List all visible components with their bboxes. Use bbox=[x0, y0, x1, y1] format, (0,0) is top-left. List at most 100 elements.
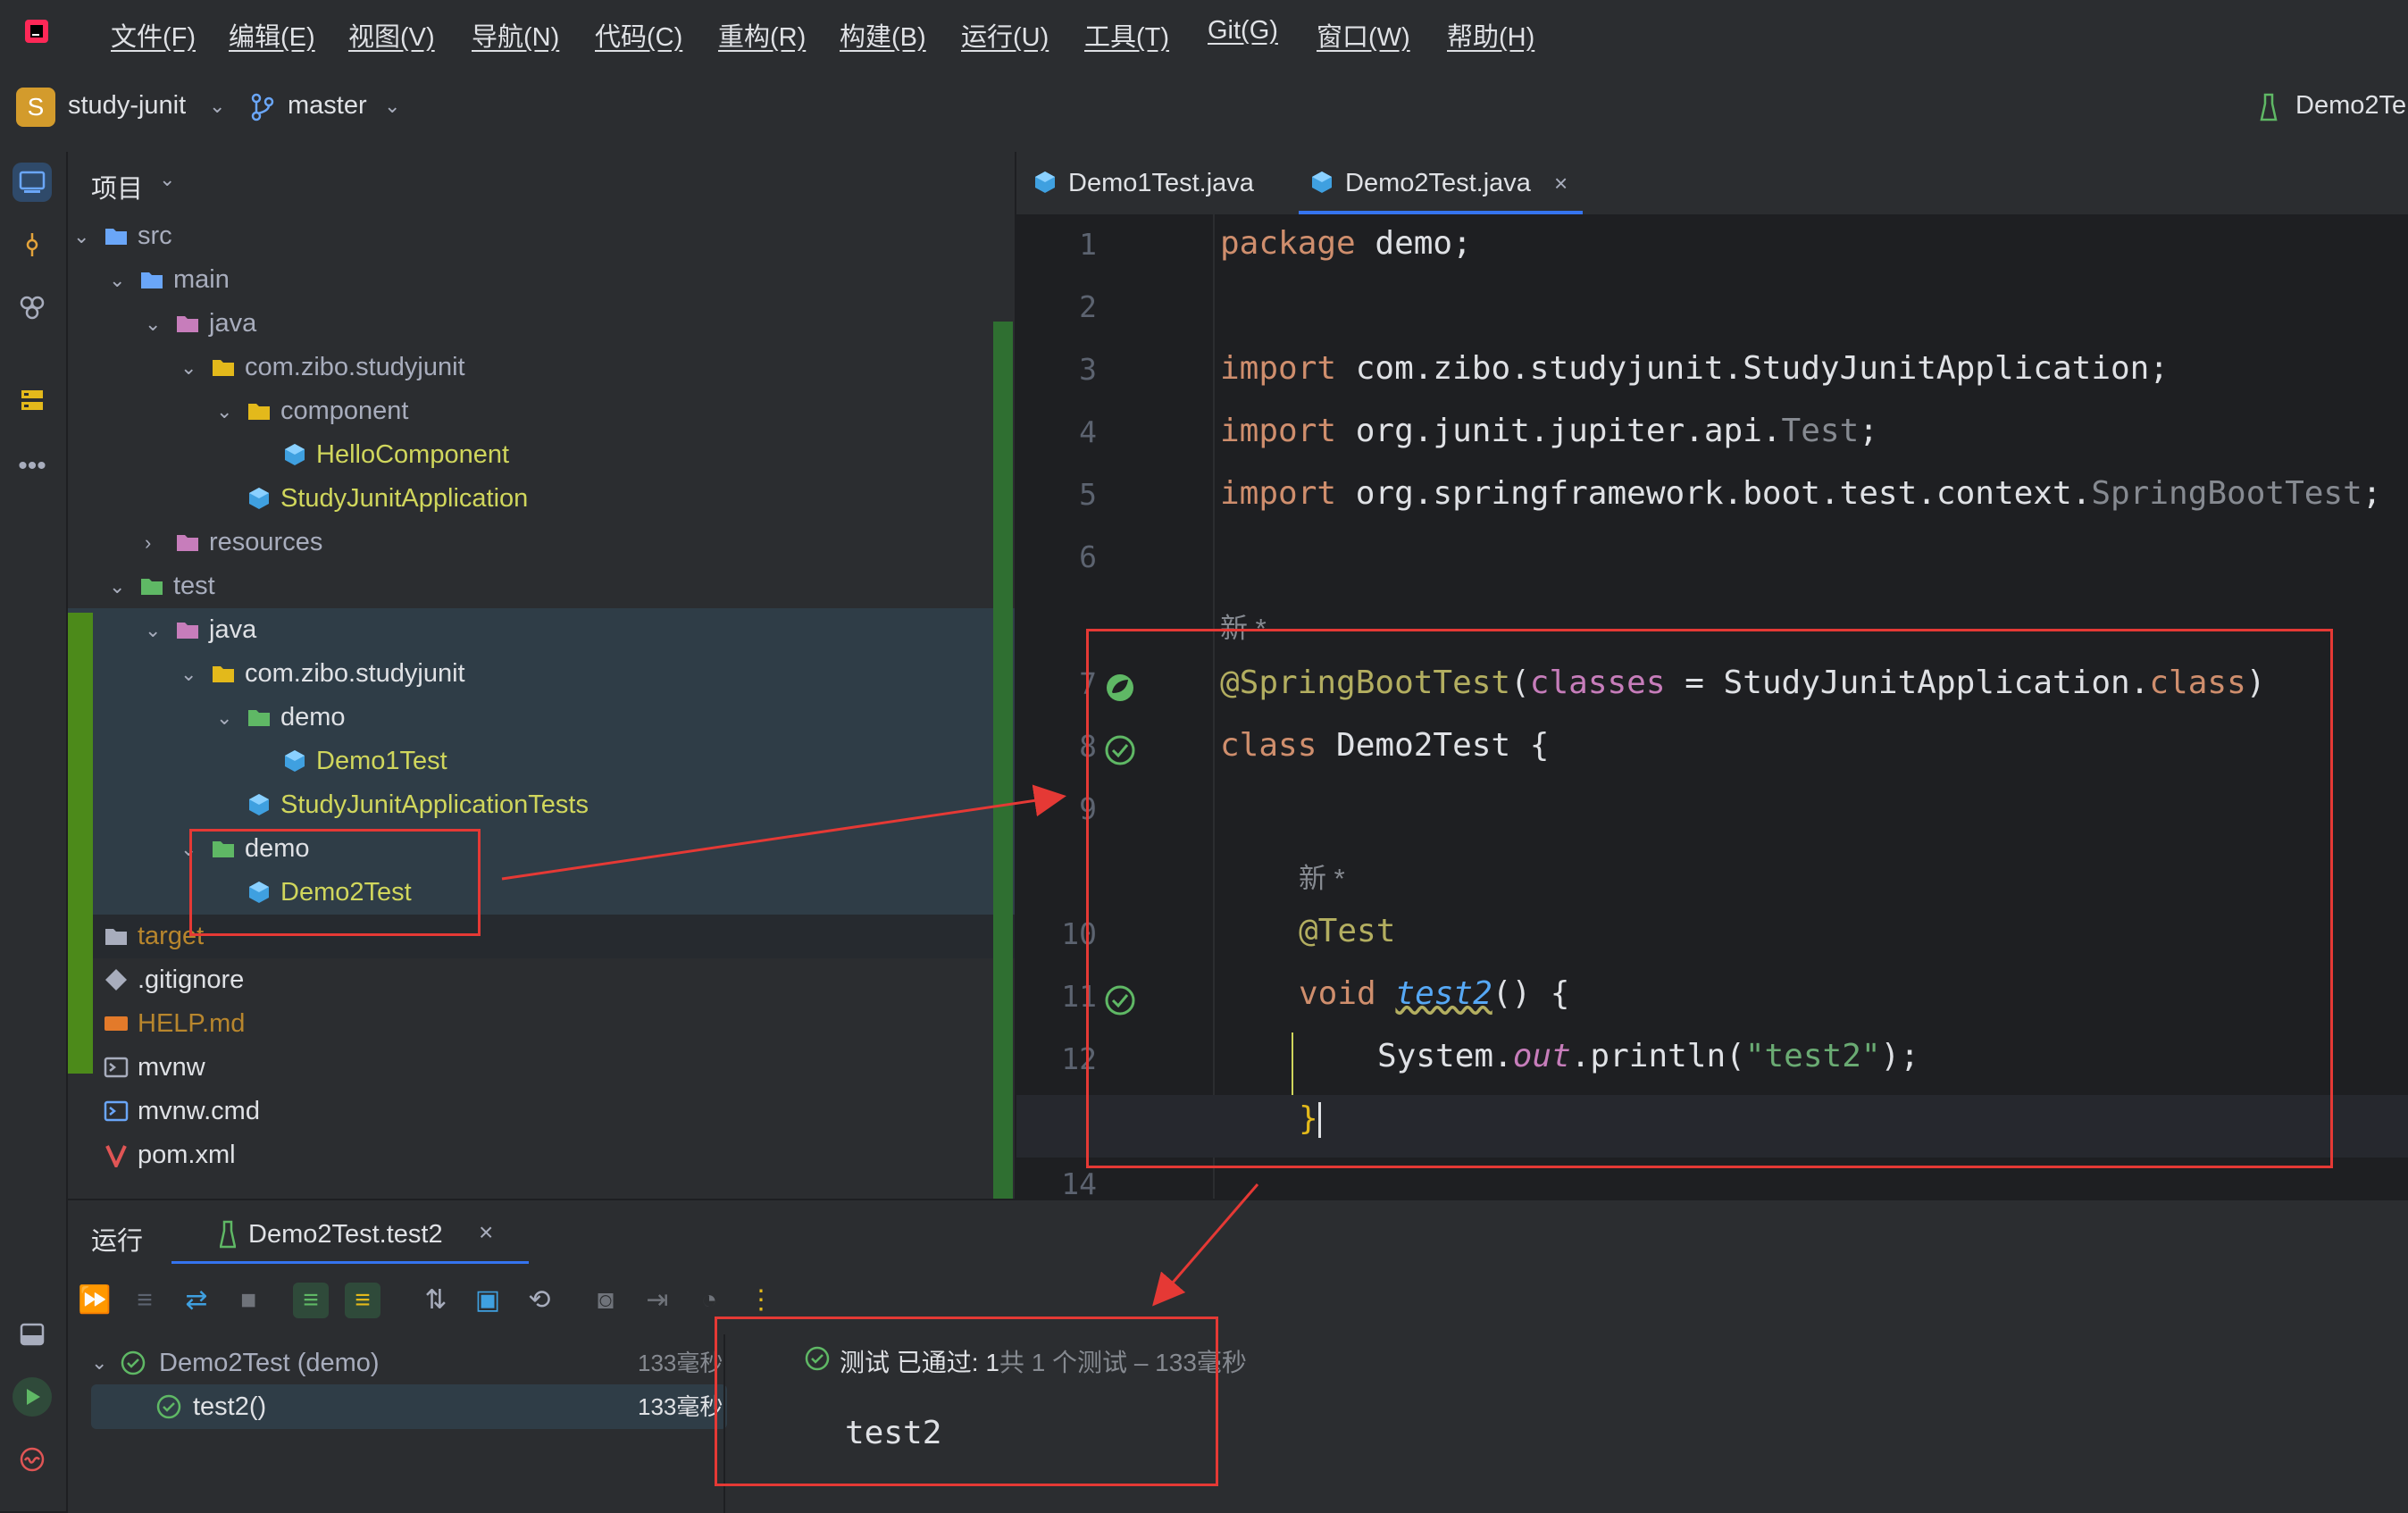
tree-item[interactable]: Demo1Test bbox=[68, 740, 1015, 783]
problems-tool-icon[interactable] bbox=[13, 1440, 52, 1479]
chevron-down-icon[interactable]: ⌄ bbox=[91, 1342, 107, 1384]
tree-item[interactable]: mvnw bbox=[68, 1046, 1015, 1090]
tree-item[interactable]: ⌄ main bbox=[68, 258, 1015, 302]
inlay-author-hint[interactable]: 新 * bbox=[1299, 856, 1345, 896]
more-tools-icon[interactable]: ••• bbox=[13, 447, 52, 486]
structure-tool-icon[interactable] bbox=[13, 288, 52, 327]
tab-demo1test[interactable]: Demo1Test.java bbox=[1022, 152, 1290, 214]
chevron-down-icon[interactable]: ⌄ bbox=[216, 696, 238, 740]
tree-item[interactable]: ⌄ src bbox=[68, 214, 1015, 258]
coverage-icon[interactable]: ◔ bbox=[691, 1283, 727, 1318]
tree-item[interactable]: ⌄ java bbox=[68, 608, 1015, 652]
code-line-13[interactable]: } bbox=[1299, 1100, 1321, 1138]
line-number[interactable]: 9 bbox=[1016, 791, 1097, 826]
tree-item[interactable]: ⌄ demo bbox=[68, 696, 1015, 740]
line-number[interactable]: 2 bbox=[1016, 289, 1097, 324]
terminal-tool-icon[interactable] bbox=[13, 1315, 52, 1354]
tree-item[interactable]: StudyJunitApplication bbox=[68, 477, 1015, 521]
chevron-down-icon[interactable]: ⌄ bbox=[180, 827, 202, 871]
run-config-tab[interactable]: Demo2Test.test2 bbox=[248, 1220, 443, 1250]
menu-item[interactable]: 工具(T) bbox=[1084, 16, 1169, 54]
test-passed-run-icon[interactable] bbox=[1102, 732, 1138, 768]
line-number[interactable]: 10 bbox=[1016, 916, 1097, 951]
services-tool-icon[interactable] bbox=[13, 380, 52, 420]
tree-item[interactable]: HelloComponent bbox=[68, 433, 1015, 477]
chevron-down-icon[interactable]: ⌄ bbox=[180, 652, 202, 696]
code-line-8[interactable]: class Demo2Test { bbox=[1220, 727, 1549, 764]
project-scrollbar[interactable] bbox=[993, 322, 1013, 1199]
tree-item[interactable]: StudyJunitApplicationTests bbox=[68, 783, 1015, 827]
show-passed-icon[interactable]: ≡ bbox=[293, 1283, 329, 1318]
project-chevron-down-icon[interactable]: ⌄ bbox=[209, 95, 225, 118]
menu-item[interactable]: 视图(V) bbox=[348, 16, 435, 54]
code-line-4[interactable]: import org.junit.jupiter.api.Test; bbox=[1220, 413, 1878, 449]
line-number[interactable]: 12 bbox=[1016, 1041, 1097, 1076]
chevron-down-icon[interactable]: ⌄ bbox=[145, 302, 166, 346]
tree-item[interactable]: .gitignore bbox=[68, 958, 1015, 1002]
code-line-3[interactable]: import com.zibo.studyjunit.StudyJunitApp… bbox=[1220, 350, 2169, 387]
menu-item[interactable]: 文件(F) bbox=[111, 16, 196, 54]
code-line-11[interactable]: void test2() { bbox=[1299, 975, 1569, 1012]
menu-item[interactable]: 代码(C) bbox=[595, 16, 682, 54]
tab-demo2test[interactable]: Demo2Test.java × bbox=[1299, 152, 1583, 214]
tree-item[interactable]: ⌄ java bbox=[68, 302, 1015, 346]
toggle-auto-test-icon[interactable]: ⇄ bbox=[179, 1283, 214, 1318]
code-line-10[interactable]: @Test bbox=[1299, 913, 1395, 949]
run-tool-icon[interactable] bbox=[13, 1377, 52, 1417]
code-line-12[interactable]: System.out.println("test2"); bbox=[1377, 1038, 1919, 1074]
tree-item[interactable]: Demo2Test bbox=[68, 871, 1015, 915]
code-line-7[interactable]: @SpringBootTest(classes = StudyJunitAppl… bbox=[1220, 665, 2265, 701]
inlay-author-hint[interactable]: 新 * bbox=[1220, 606, 1267, 646]
commit-tool-icon[interactable] bbox=[13, 225, 52, 264]
close-run-tab-icon[interactable]: × bbox=[479, 1218, 493, 1247]
tree-item[interactable]: pom.xml bbox=[68, 1133, 1015, 1177]
export-icon[interactable]: ⇥ bbox=[640, 1283, 675, 1318]
code-line-5[interactable]: import org.springframework.boot.test.con… bbox=[1220, 475, 2381, 512]
project-name[interactable]: study-junit bbox=[68, 91, 186, 121]
run-panel-title[interactable]: 运行 bbox=[91, 1220, 143, 1258]
chevron-down-icon[interactable]: ⌄ bbox=[109, 258, 130, 302]
line-number[interactable]: 1 bbox=[1016, 227, 1097, 262]
project-panel-chevron-down-icon[interactable]: ⌄ bbox=[159, 168, 175, 191]
project-badge[interactable]: S bbox=[16, 88, 55, 127]
line-number[interactable]: 4 bbox=[1016, 414, 1097, 449]
project-panel-title[interactable]: 项目 bbox=[91, 168, 143, 205]
show-ignored-icon[interactable]: ≡ bbox=[345, 1283, 380, 1318]
tree-item[interactable]: ⌄ com.zibo.studyjunit bbox=[68, 346, 1015, 389]
chevron-down-icon[interactable]: ⌄ bbox=[216, 389, 238, 433]
tree-item[interactable]: ⌄ demo bbox=[68, 827, 1015, 871]
close-tab-icon[interactable]: × bbox=[1554, 152, 1568, 214]
menu-item[interactable]: 导航(N) bbox=[472, 16, 559, 54]
menu-item[interactable]: 编辑(E) bbox=[229, 16, 315, 54]
menu-item[interactable]: Git(G) bbox=[1208, 16, 1278, 46]
test-passed-run-icon[interactable] bbox=[1102, 982, 1138, 1018]
test-history-icon[interactable]: ⟲ bbox=[522, 1283, 557, 1318]
line-number[interactable]: 5 bbox=[1016, 477, 1097, 512]
branch-chevron-down-icon[interactable]: ⌄ bbox=[384, 95, 400, 118]
project-tool-icon[interactable] bbox=[13, 163, 52, 202]
import-tests-icon[interactable]: ▣ bbox=[470, 1283, 506, 1318]
tree-item[interactable]: › resources bbox=[68, 521, 1015, 564]
sort-icon[interactable]: ⇅ bbox=[418, 1283, 454, 1318]
line-number[interactable]: 14 bbox=[1016, 1166, 1097, 1199]
test-tree-node-method[interactable]: test2() 133毫秒 bbox=[91, 1384, 727, 1429]
rerun-icon[interactable]: ⏩ bbox=[77, 1283, 113, 1318]
chevron-down-icon[interactable]: ⌄ bbox=[109, 564, 130, 608]
line-number[interactable]: 7 bbox=[1016, 666, 1097, 701]
git-branch-name[interactable]: master bbox=[288, 91, 367, 121]
console-output[interactable]: test2 bbox=[845, 1415, 941, 1451]
chevron-right-icon[interactable]: › bbox=[145, 521, 166, 564]
tree-item[interactable]: ⌄ component bbox=[68, 389, 1015, 433]
chevron-down-icon[interactable]: ⌄ bbox=[73, 214, 95, 258]
tree-item[interactable]: HELP.md bbox=[68, 1002, 1015, 1046]
screenshot-icon[interactable]: ◙ bbox=[588, 1283, 623, 1318]
rerun-failed-icon[interactable]: ≡ bbox=[127, 1283, 163, 1318]
run-config-selector[interactable]: Demo2Te bbox=[2295, 91, 2406, 121]
tree-item[interactable]: ›target bbox=[68, 915, 1015, 958]
menu-item[interactable]: 窗口(W) bbox=[1317, 16, 1410, 54]
run-panel-splitter[interactable] bbox=[723, 1334, 725, 1513]
line-number[interactable]: 3 bbox=[1016, 352, 1097, 387]
tree-item[interactable]: mvnw.cmd bbox=[68, 1090, 1015, 1133]
more-options-icon[interactable]: ⋮ bbox=[743, 1283, 779, 1318]
intellij-logo-icon[interactable] bbox=[21, 16, 52, 46]
